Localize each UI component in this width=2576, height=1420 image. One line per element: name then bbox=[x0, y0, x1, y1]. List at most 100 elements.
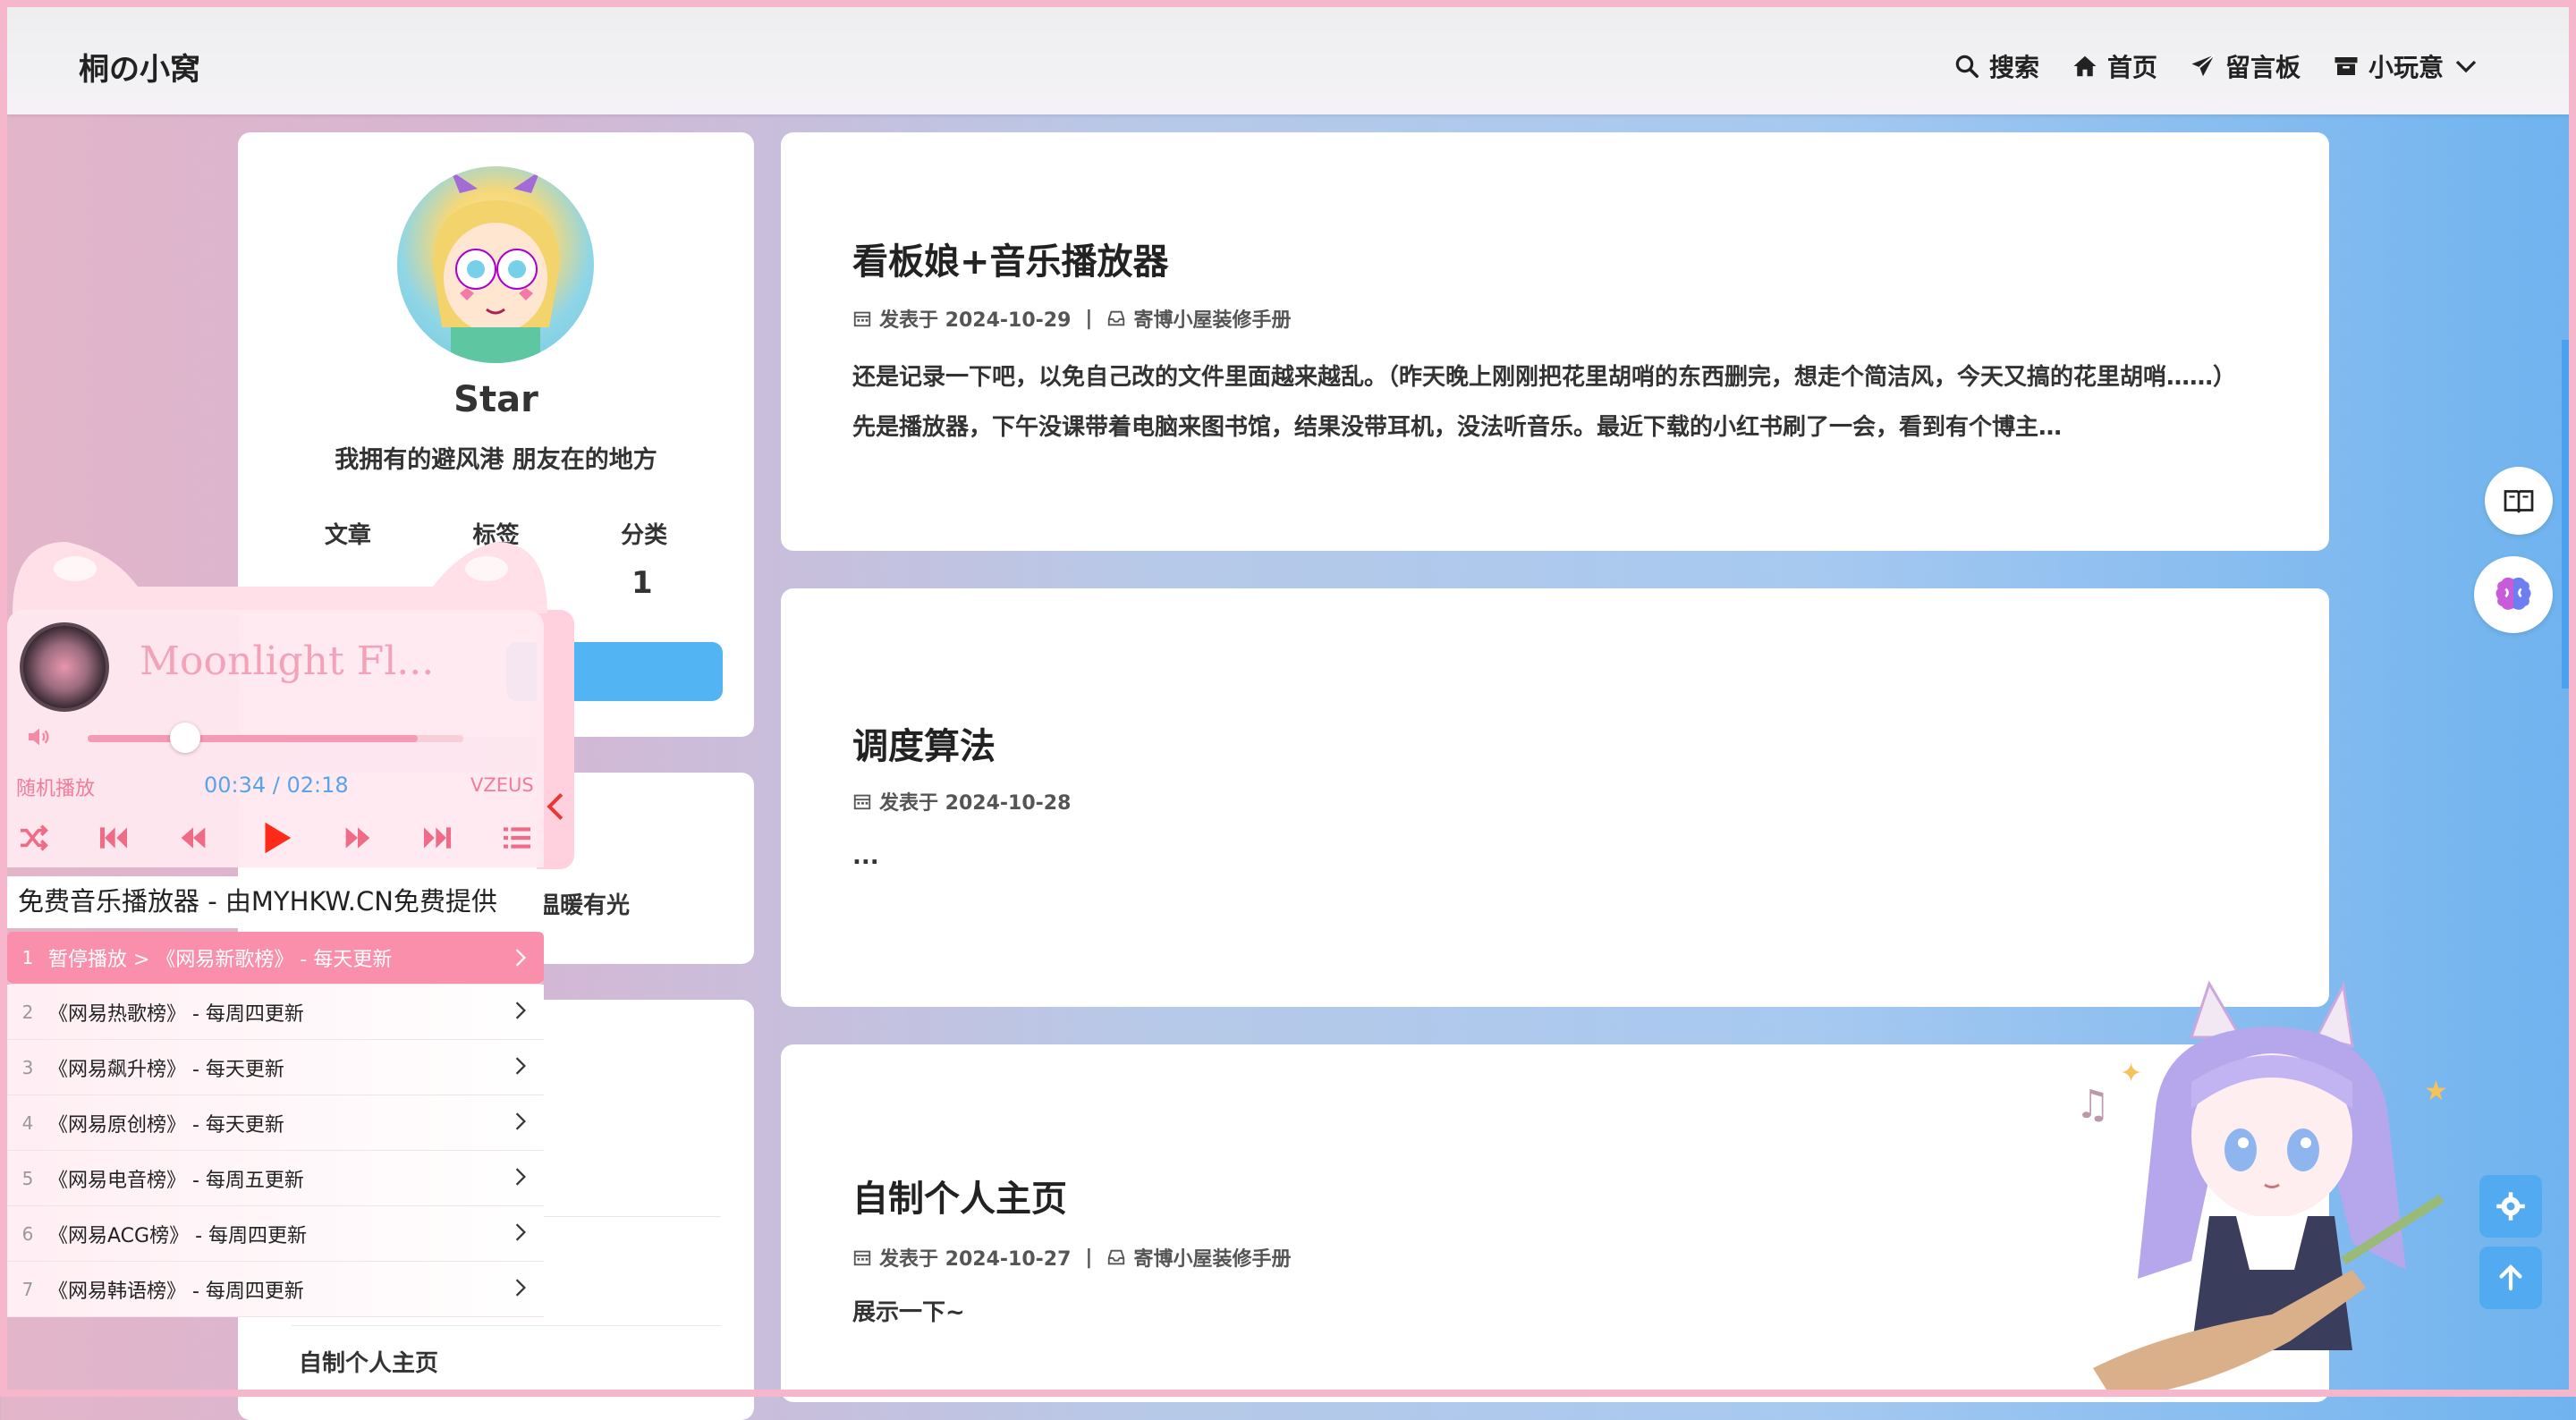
playlist-item[interactable]: 4 《网易原创榜》 - 每天更新 bbox=[7, 1095, 544, 1151]
brain-icon bbox=[2496, 577, 2531, 610]
playlist-item-label: 《网易韩语榜》 - 每周四更新 bbox=[48, 1280, 304, 1303]
profile-name: Star bbox=[453, 379, 538, 420]
post-excerpt: ... bbox=[852, 843, 879, 870]
playlist-item-label: 暂停播放 > 《网易新歌榜》 - 每天更新 bbox=[48, 949, 393, 971]
playlist-item-label: 《网易ACG榜》 - 每周四更新 bbox=[48, 1224, 307, 1247]
nav-gadgets[interactable]: 小玩意 bbox=[2333, 48, 2479, 84]
chevron-right-icon bbox=[515, 1279, 526, 1297]
rewind-icon[interactable] bbox=[175, 820, 211, 856]
svg-text:★: ★ bbox=[2424, 1076, 2448, 1107]
scrollbar[interactable] bbox=[2562, 340, 2569, 689]
calendar-icon bbox=[853, 794, 871, 810]
post-meta: 发表于 2024-10-29 | 寄博小屋装修手册 bbox=[852, 304, 1291, 333]
playlist-icon[interactable] bbox=[499, 820, 535, 856]
arrow-up-icon bbox=[2499, 1264, 2522, 1291]
playlist-item-label: 《网易飙升榜》 - 每天更新 bbox=[48, 1058, 284, 1081]
cat-ears-decoration bbox=[13, 542, 547, 613]
paper-plane-icon bbox=[2191, 54, 2216, 77]
post-excerpt: 展示一下~ bbox=[852, 1299, 965, 1326]
post-card[interactable]: 看板娘+音乐播放器 发表于 2024-10-29 | 寄博小屋装修手册 还是记录… bbox=[781, 132, 2329, 551]
back-to-top-button[interactable] bbox=[2479, 1247, 2542, 1309]
playlist-item[interactable]: 2 《网易热歌榜》 - 每周四更新 bbox=[7, 985, 544, 1040]
nav-home-label: 首页 bbox=[2106, 53, 2157, 82]
reading-mode-button[interactable] bbox=[2485, 467, 2553, 535]
playlist-item-number: 2 bbox=[21, 1001, 34, 1023]
mascot-character[interactable]: ♫ ★ ✦ bbox=[2057, 975, 2469, 1397]
nav-home[interactable]: 首页 bbox=[2072, 48, 2157, 84]
book-icon bbox=[2504, 490, 2534, 513]
meta-separator: | bbox=[1085, 1246, 1093, 1269]
nav-gadgets-label: 小玩意 bbox=[2368, 53, 2444, 82]
calendar-icon bbox=[853, 311, 871, 327]
shuffle-icon[interactable] bbox=[16, 820, 52, 856]
song-title: Moonlight Fl... bbox=[140, 638, 435, 684]
avatar-illustration bbox=[433, 171, 560, 363]
stat-categories-label[interactable]: 分类 bbox=[621, 517, 667, 550]
playlist-item-number: 3 bbox=[21, 1056, 34, 1078]
post-title[interactable]: 看板娘+音乐播放器 bbox=[852, 232, 1169, 284]
chevron-right-icon bbox=[515, 1057, 526, 1075]
post-title[interactable]: 自制个人主页 bbox=[852, 1170, 1067, 1221]
playlist-item-number: 5 bbox=[21, 1167, 34, 1189]
avatar[interactable] bbox=[397, 166, 594, 363]
play-mode-label[interactable]: 随机播放 bbox=[16, 773, 95, 801]
chevron-right-icon bbox=[515, 1168, 526, 1186]
playlist-item-number: 4 bbox=[21, 1111, 34, 1134]
playlist-item-label: 《网易电音榜》 - 每周五更新 bbox=[48, 1169, 304, 1192]
announcement-text: 温暖有光 bbox=[537, 892, 631, 919]
playlist-item[interactable]: 7 《网易韩语榜》 - 每周四更新 bbox=[7, 1262, 544, 1317]
play-icon[interactable] bbox=[255, 817, 296, 858]
recent-post-link[interactable]: 自制个人主页 bbox=[299, 1345, 438, 1378]
playlist-item-number: 7 bbox=[21, 1278, 34, 1300]
nav-guestbook-label: 留言板 bbox=[2224, 53, 2301, 82]
playlist-item[interactable]: 1 暂停播放 > 《网易新歌榜》 - 每天更新 bbox=[7, 932, 544, 985]
time-label: 00:34 / 02:18 bbox=[204, 773, 349, 798]
ai-assistant-button[interactable] bbox=[2474, 556, 2553, 633]
post-excerpt: 还是记录一下吧，以免自己改的文件里面越来越乱。（昨天晚上刚刚把花里胡哨的东西删完… bbox=[852, 364, 2237, 441]
player-controls bbox=[16, 816, 535, 860]
fast-forward-icon[interactable] bbox=[340, 820, 376, 856]
chevron-right-icon bbox=[515, 1223, 526, 1241]
playlist-item[interactable]: 6 《网易ACG榜》 - 每周四更新 bbox=[7, 1206, 544, 1262]
playlist-item-number: 6 bbox=[21, 1222, 34, 1245]
main-nav: 搜索 首页 留言板 小玩意 bbox=[1953, 48, 2479, 84]
post-meta: 发表于 2024-10-27 | 寄博小屋装修手册 bbox=[852, 1243, 1291, 1272]
settings-button[interactable] bbox=[2479, 1175, 2542, 1238]
album-cover[interactable] bbox=[20, 622, 109, 712]
playlist-item-number: 1 bbox=[21, 947, 34, 968]
chevron-down-icon bbox=[2455, 60, 2477, 73]
volume-thumb[interactable] bbox=[170, 723, 201, 753]
post-category[interactable]: 寄博小屋装修手册 bbox=[1133, 1243, 1291, 1272]
profile-motto: 我拥有的避风港 朋友在的地方 bbox=[335, 446, 657, 474]
previous-track-icon[interactable] bbox=[96, 820, 131, 856]
nav-search-label: 搜索 bbox=[1988, 53, 2039, 82]
post-meta: 发表于 2024-10-28 bbox=[852, 787, 1071, 816]
playlist-item[interactable]: 3 《网易飙升榜》 - 每天更新 bbox=[7, 1040, 544, 1095]
next-track-icon[interactable] bbox=[419, 820, 455, 856]
playlist-item[interactable]: 5 《网易电音榜》 - 每周五更新 bbox=[7, 1151, 544, 1206]
post-date: 发表于 2024-10-27 bbox=[879, 1248, 1072, 1271]
player-brand: VZEUS bbox=[470, 774, 534, 796]
nav-guestbook[interactable]: 留言板 bbox=[2190, 48, 2301, 84]
playlist-item-label: 《网易热歌榜》 - 每周四更新 bbox=[48, 1002, 304, 1026]
player-credit[interactable]: 免费音乐播放器 - 由MYHKW.CN免费提供 bbox=[7, 876, 544, 928]
playlist: 1 暂停播放 > 《网易新歌榜》 - 每天更新 2 《网易热歌榜》 - 每周四更… bbox=[7, 932, 544, 1317]
top-navbar: 桐の小窝 搜索 首页 留言板 小玩意 bbox=[7, 7, 2569, 114]
volume-icon[interactable] bbox=[23, 723, 55, 751]
post-category[interactable]: 寄博小屋装修手册 bbox=[1133, 304, 1291, 333]
post-card[interactable]: 调度算法 发表于 2024-10-28 ... bbox=[781, 588, 2329, 1007]
site-brand[interactable]: 桐の小窝 bbox=[79, 45, 200, 89]
playlist-item-label: 《网易原创榜》 - 每天更新 bbox=[48, 1113, 284, 1137]
chevron-right-icon bbox=[515, 1002, 526, 1019]
svg-text:♫: ♫ bbox=[2075, 1082, 2110, 1128]
post-title[interactable]: 调度算法 bbox=[852, 717, 996, 769]
volume-slider[interactable] bbox=[88, 723, 463, 753]
home-icon bbox=[2073, 55, 2097, 77]
volume-fill bbox=[88, 735, 419, 742]
search-icon bbox=[1955, 55, 1979, 78]
gear-icon bbox=[2496, 1192, 2525, 1221]
nav-search[interactable]: 搜索 bbox=[1953, 48, 2039, 84]
post-date: 发表于 2024-10-29 bbox=[879, 309, 1072, 332]
stat-categories-count: 1 bbox=[631, 565, 653, 601]
calendar-icon bbox=[853, 1250, 871, 1266]
